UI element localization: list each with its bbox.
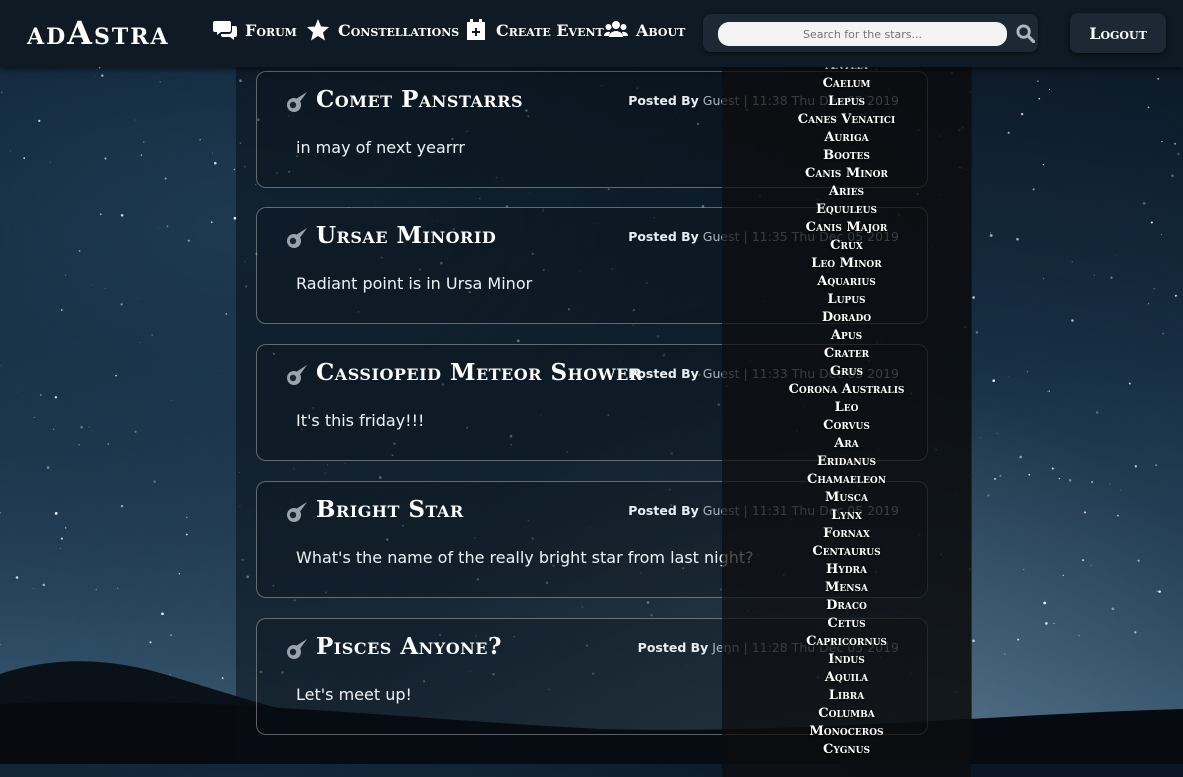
brand-logo[interactable]: adAstra [27, 14, 170, 52]
constellation-option[interactable]: Grus [722, 363, 971, 381]
constellation-option[interactable]: Capricornus [722, 633, 971, 651]
constellation-option[interactable]: Lupus [722, 291, 971, 309]
posted-by-label: Posted By [628, 366, 699, 381]
constellation-option[interactable]: Centaurus [722, 543, 971, 561]
constellation-dropdown: AntliaCaelumLepusCanes VenaticiAurigaBoo… [722, 57, 971, 777]
constellation-option[interactable]: Lynx [722, 507, 971, 525]
nav-constellations-label: Constellations [338, 21, 459, 40]
users-icon [604, 19, 628, 41]
constellation-option[interactable]: Mensa [722, 579, 971, 597]
constellation-option[interactable]: Indus [722, 651, 971, 669]
constellation-option[interactable]: Fornax [722, 525, 971, 543]
meteor-icon [285, 226, 309, 250]
meteor-icon [285, 363, 309, 387]
posted-by-label: Posted By [628, 93, 699, 108]
search-icon[interactable] [1016, 24, 1035, 43]
post-body: in may of next yearrr [296, 138, 465, 157]
post-body: Radiant point is in Ursa Minor [296, 274, 532, 293]
nav-about-label: About [636, 21, 685, 40]
constellation-option[interactable]: Cetus [722, 615, 971, 633]
constellation-option[interactable]: Canis Major [722, 219, 971, 237]
constellation-option[interactable]: Aquarius [722, 273, 971, 291]
constellation-option[interactable]: Eridanus [722, 453, 971, 471]
constellation-option[interactable]: Draco [722, 597, 971, 615]
comments-icon [213, 19, 237, 41]
meteor-icon [285, 500, 309, 524]
constellation-option[interactable]: Bootes [722, 147, 971, 165]
post-body: It's this friday!!! [296, 411, 424, 430]
search-input[interactable] [718, 22, 1007, 46]
meteor-icon [285, 637, 309, 661]
constellation-option[interactable]: Apus [722, 327, 971, 345]
post-title[interactable]: Pisces Anyone? [316, 633, 502, 660]
posted-by-label: Posted By [628, 229, 699, 244]
constellation-option[interactable]: Crux [722, 237, 971, 255]
nav-about[interactable]: About [604, 19, 685, 41]
posted-by-label: Posted By [628, 503, 699, 518]
constellation-option[interactable]: Aries [722, 183, 971, 201]
post-body: What's the name of the really bright sta… [296, 548, 754, 567]
constellation-option[interactable]: Equuleus [722, 201, 971, 219]
constellation-option[interactable]: Lepus [722, 93, 971, 111]
meteor-icon [285, 90, 309, 114]
constellation-option[interactable]: Cygnus [722, 741, 971, 759]
constellation-option[interactable]: Corona Australis [722, 381, 971, 399]
top-navbar: adAstra Forum Constellations Create Even… [0, 0, 1183, 67]
calendar-plus-icon [464, 19, 488, 41]
posted-by-label: Posted By [638, 640, 709, 655]
constellation-option[interactable]: Leo Minor [722, 255, 971, 273]
constellation-option[interactable]: Canes Venatici [722, 111, 971, 129]
logout-button[interactable]: Logout [1070, 13, 1166, 53]
post-title[interactable]: Cassiopeid Meteor Shower [316, 359, 643, 386]
post-title[interactable]: Ursae Minorid [316, 222, 496, 249]
constellation-option[interactable]: Monoceros [722, 723, 971, 741]
constellation-option[interactable]: Columba [722, 705, 971, 723]
constellation-option[interactable]: Auriga [722, 129, 971, 147]
constellation-option[interactable]: Canis Minor [722, 165, 971, 183]
nav-forum-label: Forum [245, 21, 297, 40]
constellation-option[interactable]: Leo [722, 399, 971, 417]
constellation-option[interactable]: Aquila [722, 669, 971, 687]
nav-constellations[interactable]: Constellations [306, 19, 459, 41]
nav-create-event[interactable]: Create Event [464, 19, 604, 41]
post-title[interactable]: Comet Panstarrs [316, 86, 523, 113]
constellation-option[interactable]: Chamaeleon [722, 471, 971, 489]
post-title[interactable]: Bright Star [316, 496, 464, 523]
nav-forum[interactable]: Forum [213, 19, 297, 41]
constellation-option[interactable]: Corvus [722, 417, 971, 435]
constellation-option[interactable]: Caelum [722, 75, 971, 93]
search-box [703, 14, 1038, 52]
nav-create-event-label: Create Event [496, 21, 604, 40]
constellation-option[interactable]: Ara [722, 435, 971, 453]
constellation-option[interactable]: Libra [722, 687, 971, 705]
star-icon [306, 19, 330, 41]
constellation-option[interactable]: Dorado [722, 309, 971, 327]
constellation-option[interactable]: Crater [722, 345, 971, 363]
post-body: Let's meet up! [296, 685, 412, 704]
constellation-option[interactable]: Musca [722, 489, 971, 507]
constellation-option[interactable]: Hydra [722, 561, 971, 579]
